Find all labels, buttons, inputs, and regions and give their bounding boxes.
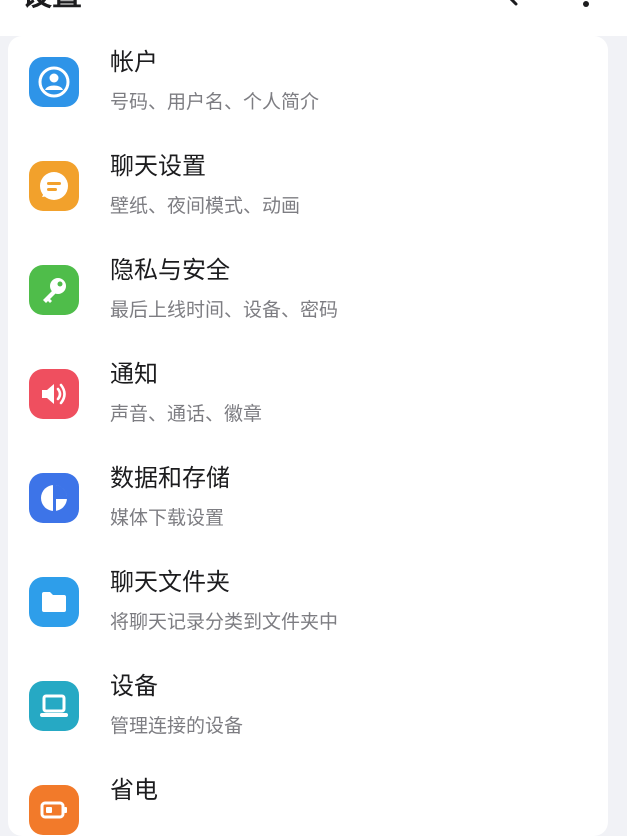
settings-list: 帐户 号码、用户名、个人简介 聊天设置 壁纸、夜间模式、动画 隐私与安全 最后上… — [8, 36, 608, 836]
settings-item-subtitle: 管理连接的设备 — [110, 715, 244, 737]
settings-item-title: 聊天设置 — [110, 152, 206, 180]
account-icon — [29, 57, 79, 107]
settings-item-account[interactable]: 帐户 号码、用户名、个人简介 — [8, 36, 608, 140]
settings-item-power-saving[interactable]: 省电 — [8, 764, 608, 836]
settings-item-title: 聊天文件夹 — [110, 568, 230, 596]
settings-item-chat-settings[interactable]: 聊天设置 壁纸、夜间模式、动画 — [8, 140, 608, 244]
settings-item-subtitle: 声音、通话、徽章 — [110, 403, 263, 425]
settings-item-title: 隐私与安全 — [110, 256, 230, 284]
settings-item-subtitle: 最后上线时间、设备、密码 — [110, 299, 339, 321]
key-icon — [29, 265, 79, 315]
settings-item-title: 设备 — [110, 672, 158, 700]
settings-item-title: 通知 — [110, 360, 158, 388]
settings-item-privacy[interactable]: 隐私与安全 最后上线时间、设备、密码 — [8, 244, 608, 348]
settings-item-subtitle: 号码、用户名、个人简介 — [110, 91, 320, 113]
chat-bubble-icon — [29, 161, 79, 211]
settings-item-subtitle: 媒体下载设置 — [110, 507, 225, 529]
app-header: 设置 — [0, 0, 627, 36]
settings-item-subtitle: 壁纸、夜间模式、动画 — [110, 195, 301, 217]
speaker-icon — [29, 369, 79, 419]
settings-item-title: 帐户 — [110, 48, 158, 76]
settings-item-subtitle: 将聊天记录分类到文件夹中 — [110, 611, 339, 633]
settings-item-title: 数据和存储 — [110, 464, 230, 492]
battery-icon — [29, 785, 79, 835]
search-icon[interactable] — [486, 0, 520, 12]
settings-item-chat-folders[interactable]: 聊天文件夹 将聊天记录分类到文件夹中 — [8, 556, 608, 660]
folder-icon — [29, 577, 79, 627]
laptop-icon — [29, 681, 79, 731]
page-title: 设置 — [22, 0, 82, 16]
settings-item-notifications[interactable]: 通知 声音、通话、徽章 — [8, 348, 608, 452]
pie-chart-icon — [29, 473, 79, 523]
more-options-icon[interactable] — [574, 0, 598, 12]
settings-item-data-storage[interactable]: 数据和存储 媒体下载设置 — [8, 452, 608, 556]
settings-item-devices[interactable]: 设备 管理连接的设备 — [8, 660, 608, 764]
settings-item-title: 省电 — [110, 776, 158, 804]
